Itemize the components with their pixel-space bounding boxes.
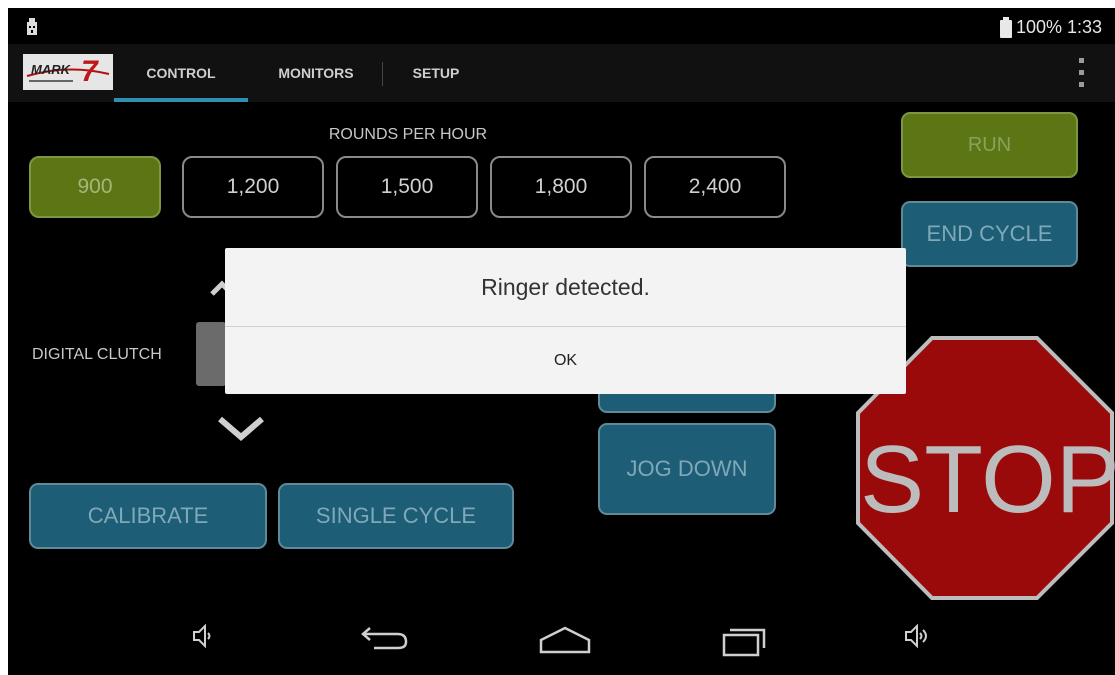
rate-900-button[interactable]: 900 <box>29 156 161 218</box>
overflow-dot <box>1079 82 1084 87</box>
tab-divider <box>382 62 383 86</box>
rate-2400-button[interactable]: 2,400 <box>644 156 786 218</box>
recent-apps-icon[interactable] <box>720 626 770 658</box>
usb-icon <box>27 18 37 35</box>
tab-monitors[interactable]: MONITORS <box>256 44 376 102</box>
mark7-logo: MARK 7 <box>23 54 113 90</box>
jog-down-button[interactable]: JOG DOWN <box>598 423 776 515</box>
single-cycle-button[interactable]: SINGLE CYCLE <box>278 483 514 549</box>
svg-text:7: 7 <box>81 55 99 88</box>
run-button[interactable]: RUN <box>901 112 1078 178</box>
battery-icon <box>1000 17 1012 38</box>
svg-text:MARK: MARK <box>31 62 72 77</box>
overflow-dot <box>1079 58 1084 63</box>
rate-1800-button[interactable]: 1,800 <box>490 156 632 218</box>
tab-setup[interactable]: SETUP <box>386 44 486 102</box>
volume-down-icon[interactable] <box>192 624 214 648</box>
chevron-down-icon[interactable] <box>216 413 266 443</box>
stop-label: STOP <box>860 426 1115 533</box>
digital-clutch-slider[interactable] <box>196 322 226 386</box>
android-screen: 100% 1:33 MARK 7 CONTROL MONITORS SETUP … <box>8 8 1115 675</box>
calibrate-button[interactable]: CALIBRATE <box>29 483 267 549</box>
navigation-bar <box>8 602 1115 675</box>
overflow-dot <box>1079 70 1084 75</box>
end-cycle-button[interactable]: END CYCLE <box>901 201 1078 267</box>
rounds-per-hour-label: ROUNDS PER HOUR <box>328 126 488 143</box>
status-battery-time: 100% 1:33 <box>1016 17 1103 37</box>
volume-up-icon[interactable] <box>904 624 930 648</box>
tab-control[interactable]: CONTROL <box>114 44 248 102</box>
home-icon[interactable] <box>538 626 592 654</box>
ringer-alert-dialog: Ringer detected. OK <box>225 248 906 394</box>
rate-1200-button[interactable]: 1,200 <box>182 156 324 218</box>
overflow-menu-icon[interactable] <box>1076 56 1086 90</box>
status-bar: 100% 1:33 <box>8 8 1115 44</box>
digital-clutch-label: DIGITAL CLUTCH <box>32 346 162 363</box>
rate-1500-button[interactable]: 1,500 <box>336 156 478 218</box>
dialog-message: Ringer detected. <box>481 273 650 300</box>
dialog-ok-button[interactable]: OK <box>225 327 906 394</box>
back-icon[interactable] <box>360 624 410 652</box>
